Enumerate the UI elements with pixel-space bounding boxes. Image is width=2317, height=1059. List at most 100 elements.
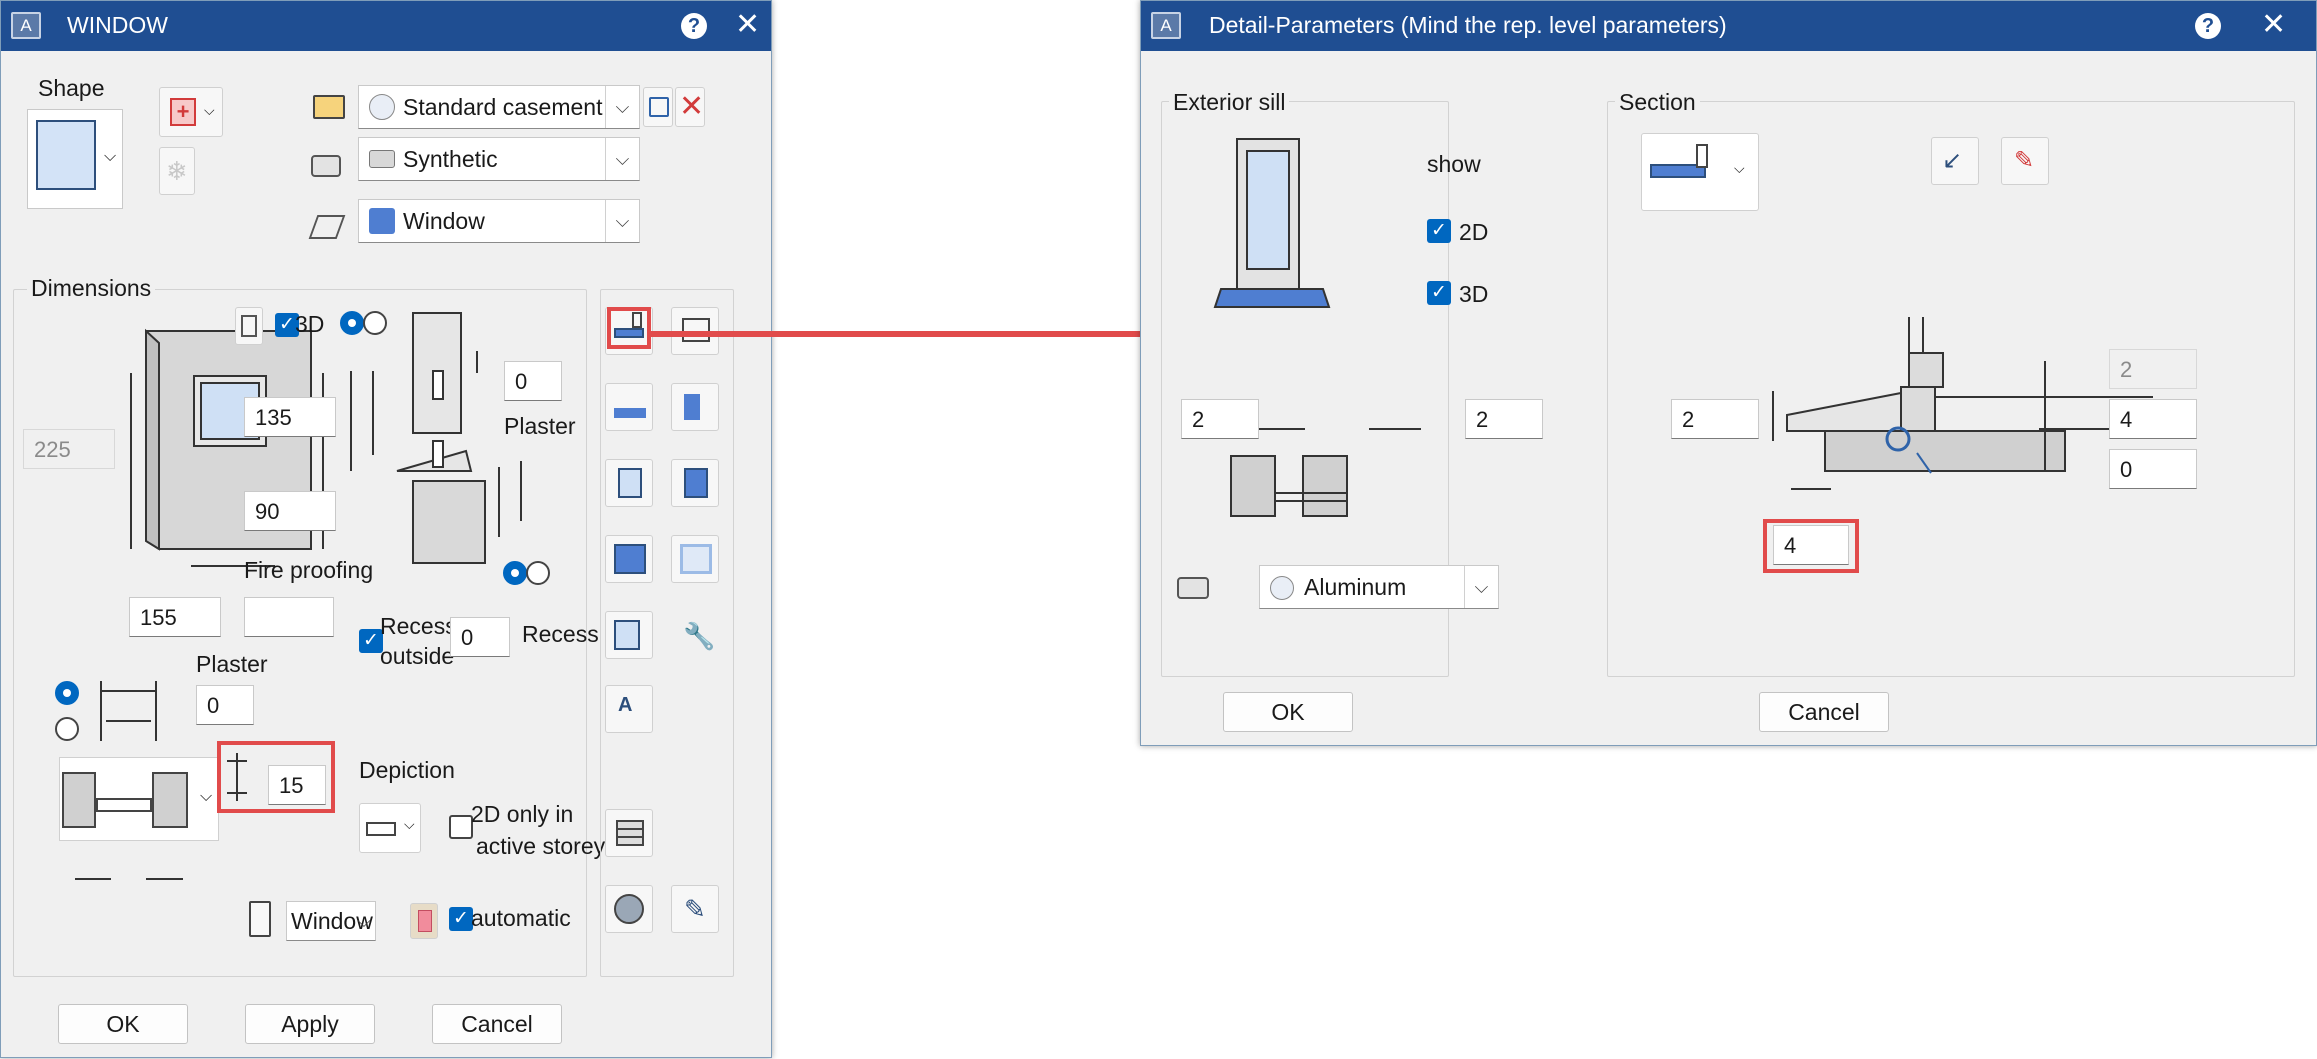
color-swatch-icon (418, 910, 432, 932)
sill-inner-tool-button[interactable] (671, 307, 719, 355)
roller-tool-button[interactable] (671, 459, 719, 507)
section-right-field-1[interactable]: 4 (2109, 399, 2197, 439)
plaster-top-field[interactable]: 0 (504, 361, 562, 401)
sill-post-icon (1696, 144, 1708, 168)
detail-title-bar[interactable]: A Detail-Parameters (Mind the rep. level… (1141, 1, 2316, 51)
reveal-tool-button[interactable] (605, 535, 653, 583)
radio-plaster-a[interactable] (503, 561, 527, 585)
save-button[interactable] (643, 87, 673, 127)
cancel-button[interactable]: Cancel (432, 1004, 562, 1044)
upper-height-field[interactable]: 135 (244, 397, 336, 437)
mullion-tool-button[interactable] (605, 611, 653, 659)
edit-tool-button[interactable]: ✎ (671, 885, 719, 933)
edit-section-button[interactable]: ✎ (2001, 137, 2049, 185)
window-dialog: A WINDOW ? ✕ Shape ⌵ + ⌵ ❄ Standard case… (0, 0, 772, 1058)
sill-left-field[interactable]: 2 (1181, 399, 1259, 439)
sill-material-combo[interactable]: Aluminum ⌵ (1259, 565, 1499, 609)
width-field[interactable]: 155 (129, 597, 221, 637)
close-icon[interactable]: ✕ (2261, 7, 2286, 42)
radio-plaster-b[interactable] (526, 561, 550, 585)
material-swatch-icon (369, 150, 395, 168)
dimensions-label: Dimensions (27, 275, 156, 302)
brick-tool-button[interactable] (605, 809, 653, 857)
fitting-tool-button[interactable]: 🔧 (671, 611, 719, 659)
check-show-3d[interactable]: ✓ (1427, 281, 1451, 305)
delete-icon: ✕ (679, 90, 705, 123)
check-automatic[interactable]: ✓ (449, 907, 473, 931)
wall-right-icon (152, 772, 188, 828)
app-icon: A (1151, 12, 1181, 39)
delete-button[interactable]: ✕ (675, 87, 705, 127)
label-tool-button[interactable]: A (605, 685, 653, 733)
help-icon[interactable]: ? (681, 13, 707, 39)
radio-section-a[interactable] (340, 311, 364, 335)
globe-icon (1270, 576, 1294, 600)
profile-combo[interactable]: Standard casement ⌵ (358, 85, 640, 129)
wrench-icon: 🔧 (683, 621, 716, 651)
reveal-shape-combo[interactable]: ⌵ (59, 757, 219, 841)
add-window-icon: + (170, 98, 196, 126)
fire-proofing-field[interactable] (244, 597, 334, 637)
detail-cancel-button[interactable]: Cancel (1759, 692, 1889, 732)
check-show-3d-label: 3D (1459, 281, 1489, 307)
pick-section-button[interactable]: ↙ (1931, 137, 1979, 185)
blind-icon (618, 468, 642, 498)
pencil-icon: ✎ (684, 894, 706, 924)
mullion-icon (614, 620, 640, 650)
wall-left-icon (62, 772, 96, 828)
check-3d-label: 3D (295, 311, 325, 337)
folder-icon[interactable] (313, 95, 345, 119)
lower-height-field[interactable]: 90 (244, 491, 336, 531)
chevron-down-icon: ⌵ (204, 102, 215, 118)
section-left-field[interactable]: 2 (1671, 399, 1759, 439)
reveal-depth-field[interactable]: 15 (268, 765, 326, 805)
sill-right-field[interactable]: 2 (1465, 399, 1543, 439)
freeze-button[interactable]: ❄ (159, 147, 195, 195)
recess-field[interactable]: 0 (450, 617, 510, 657)
depiction-icon (366, 822, 396, 836)
radio-reveal-b[interactable] (55, 717, 79, 741)
radio-reveal-a[interactable] (55, 681, 79, 705)
check-2d-only[interactable] (449, 815, 473, 839)
help-icon[interactable]: ? (2195, 13, 2221, 39)
material-combo[interactable]: Synthetic ⌵ (358, 137, 640, 181)
pick-arrow-icon: ↙ (1942, 147, 1963, 174)
layer-combo[interactable]: Window ⌵ (358, 199, 640, 243)
frame-tool-button[interactable] (671, 535, 719, 583)
label-icon: A (618, 694, 633, 716)
section-right-field-2[interactable]: 0 (2109, 449, 2197, 489)
apply-button[interactable]: Apply (245, 1004, 375, 1044)
surface-icon (614, 894, 644, 924)
color-button[interactable] (410, 903, 438, 939)
chevron-down-icon: ⌵ (104, 148, 117, 165)
exterior-sill-label: Exterior sill (1169, 89, 1290, 116)
radio-section-b[interactable] (363, 311, 387, 335)
recess-label: Recess (522, 621, 599, 647)
shape-selector[interactable]: ⌵ (27, 109, 123, 209)
save-icon (649, 97, 669, 117)
globe-icon (369, 94, 395, 120)
close-icon[interactable]: ✕ (735, 7, 760, 42)
pencil-icon: ✎ (2014, 147, 2035, 174)
surface-tool-button[interactable] (605, 885, 653, 933)
ok-button[interactable]: OK (58, 1004, 188, 1044)
detail-ok-button[interactable]: OK (1223, 692, 1353, 732)
total-height-field[interactable]: 225 (23, 429, 115, 469)
chevron-down-icon: ⌵ (1464, 566, 1498, 608)
section-bottom-field[interactable]: 4 (1773, 525, 1849, 565)
plaster-left-field[interactable]: 0 (196, 685, 254, 725)
material-icon (311, 155, 341, 177)
check-show-2d[interactable]: ✓ (1427, 219, 1451, 243)
blind-tool-button[interactable] (605, 459, 653, 507)
shutter-tool-button[interactable] (671, 383, 719, 431)
window-title-bar[interactable]: A WINDOW ? ✕ (1, 1, 771, 51)
depiction-combo[interactable]: ⌵ (359, 803, 421, 853)
calc-combo[interactable]: Window ⌵ (286, 901, 376, 941)
section-label: Section (1615, 89, 1700, 116)
section-type-combo[interactable]: ⌵ (1641, 133, 1759, 211)
recess-outside-label-1: Recess (380, 613, 457, 639)
section-right-disabled-field: 2 (2109, 349, 2197, 389)
new-window-button[interactable]: + ⌵ (159, 87, 223, 137)
lintel-tool-button[interactable] (605, 383, 653, 431)
display-mode-button[interactable] (235, 307, 263, 345)
